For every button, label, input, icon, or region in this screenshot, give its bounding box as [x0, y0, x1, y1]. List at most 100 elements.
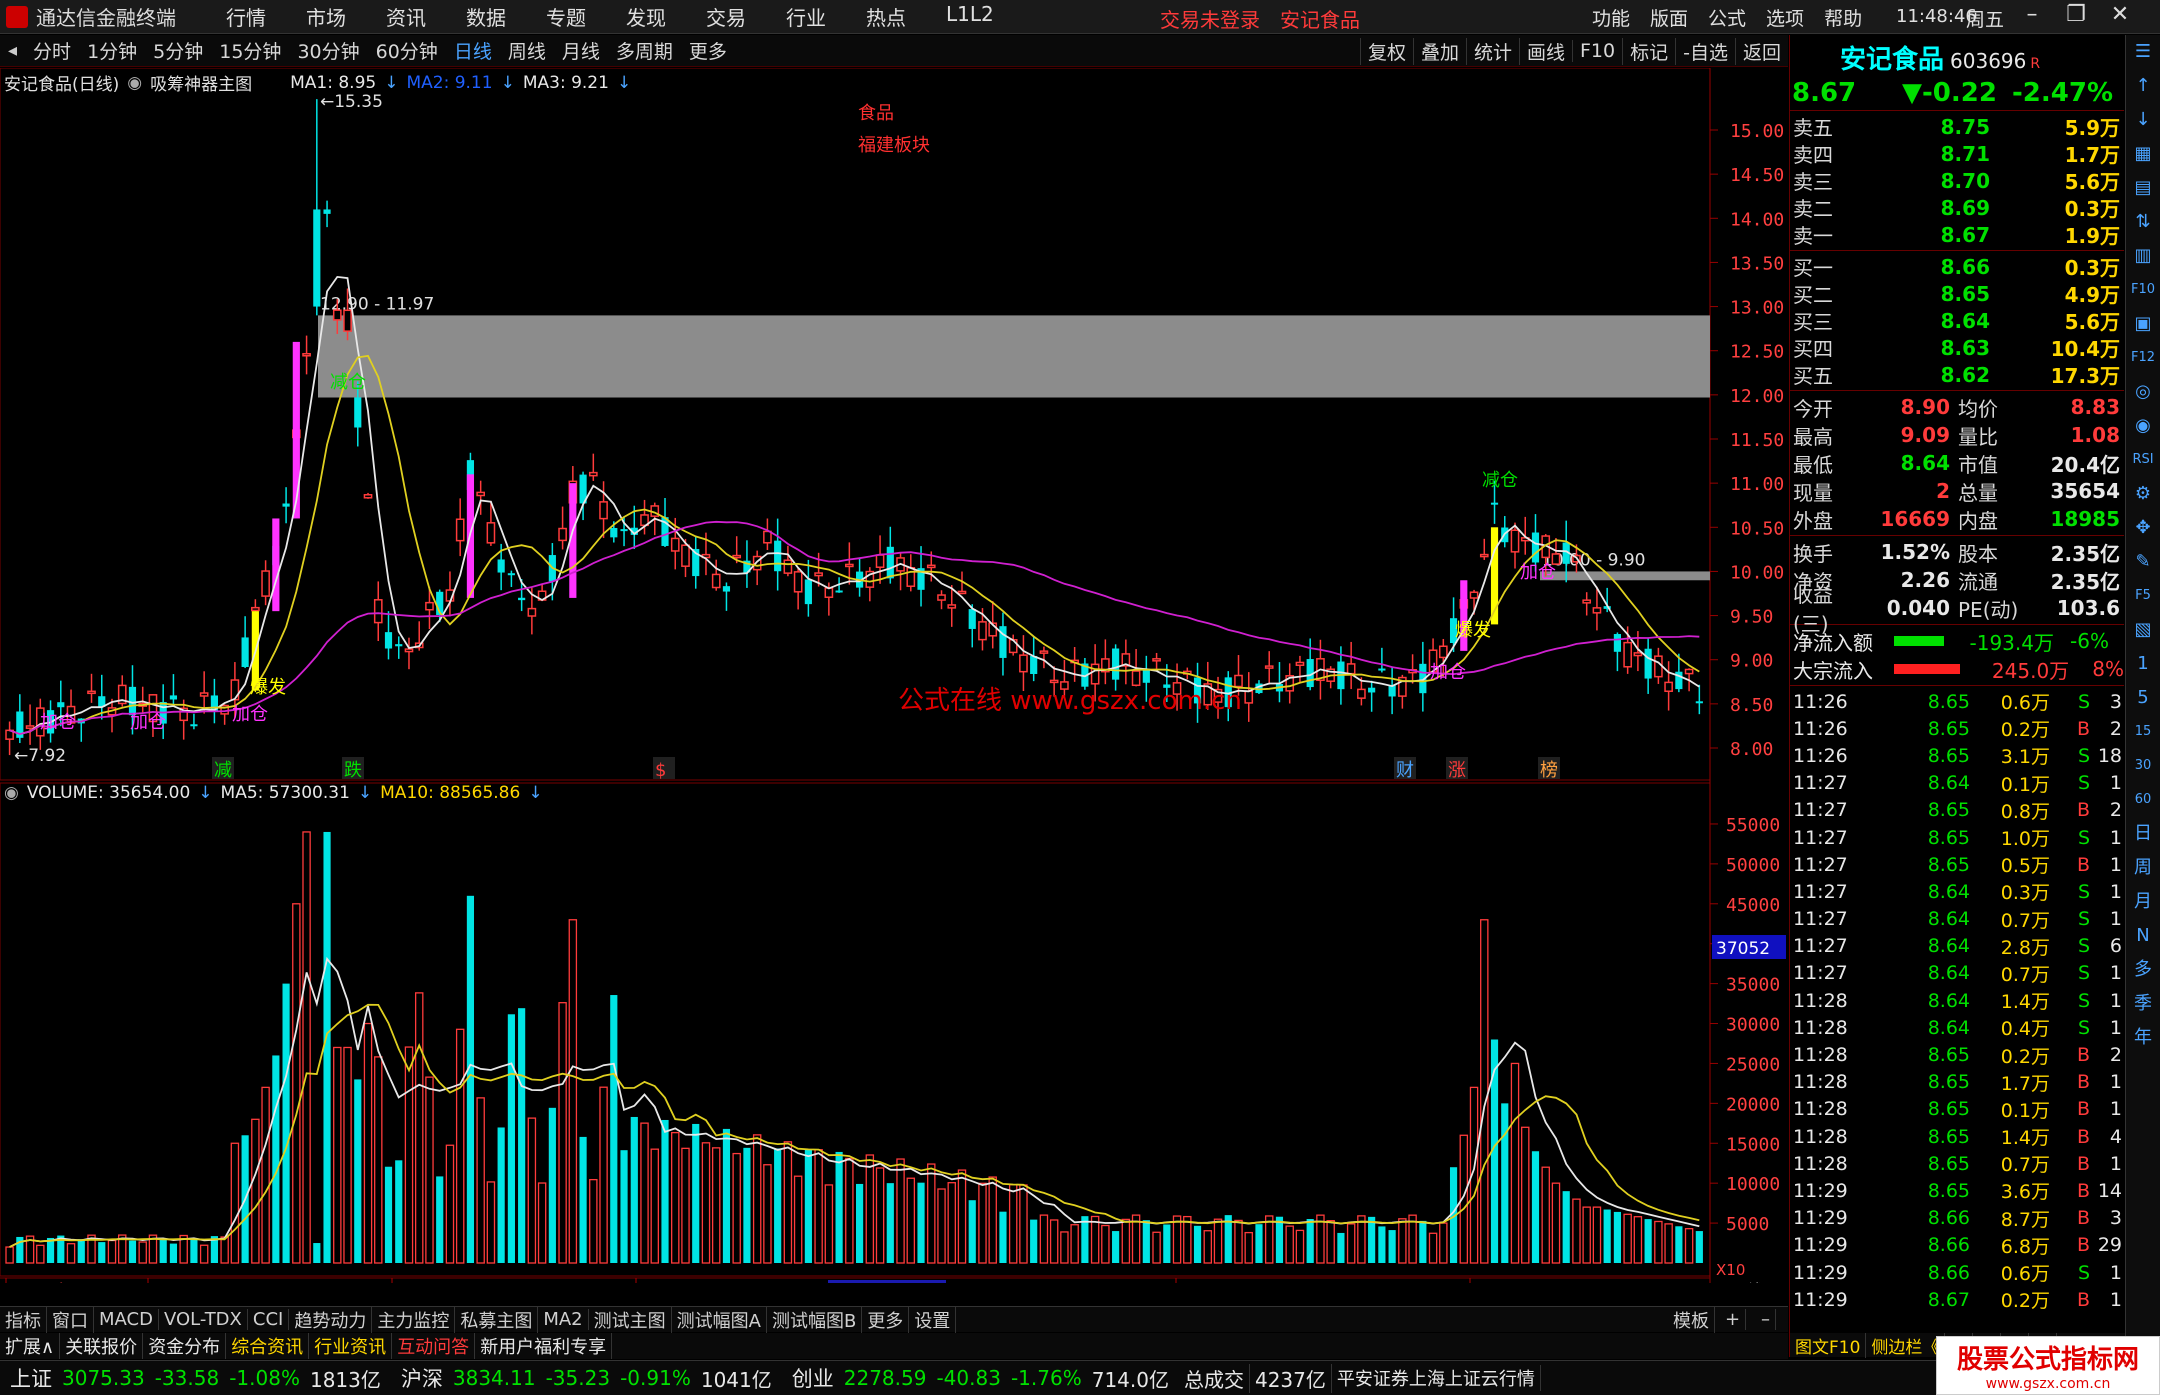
indicator-tab-6[interactable]: 主力监控: [372, 1306, 456, 1333]
side-tool-20-icon[interactable]: 15: [2126, 715, 2160, 749]
side-tool-5-icon[interactable]: ⇅: [2126, 205, 2160, 239]
event-marker[interactable]: 榜: [1540, 760, 1558, 781]
indicator-dropdown-icon[interactable]: ◉: [127, 73, 142, 93]
right-bottom-tab-1[interactable]: 侧边栏《: [1866, 1332, 1946, 1358]
resistance-zone-1[interactable]: [318, 315, 1710, 398]
restore-icon[interactable]: ❐: [2054, 2, 2098, 27]
side-tool-1-icon[interactable]: ↑: [2126, 69, 2160, 103]
bids-row[interactable]: 买三 8.64 5.6万: [1790, 307, 2124, 335]
menu-3[interactable]: 数据: [446, 2, 526, 31]
main-indicator-name[interactable]: 吸筹神器主图: [150, 70, 252, 95]
event-marker[interactable]: 减: [214, 760, 232, 781]
index-0[interactable]: 上证 3075.33 -33.58 -1.08% 1813亿: [0, 1363, 391, 1393]
period-tab-8[interactable]: 月线: [554, 37, 608, 64]
chart-tool-1[interactable]: 叠加: [1412, 37, 1466, 65]
right-menu-0[interactable]: 功能: [1582, 4, 1640, 31]
side-tool-10-icon[interactable]: ◎: [2126, 375, 2160, 409]
template-button[interactable]: 模板: [1668, 1306, 1715, 1333]
indicator-tab-10[interactable]: 测试幅图A: [672, 1306, 767, 1333]
side-tool-8-icon[interactable]: ▣: [2126, 307, 2160, 341]
indicator-tab-3[interactable]: VOL-TDX: [159, 1309, 248, 1330]
period-tab-9[interactable]: 多周期: [608, 37, 681, 64]
right-menu-3[interactable]: 选项: [1756, 4, 1814, 31]
minimize-icon[interactable]: –: [2010, 2, 2054, 27]
bids-row[interactable]: 买二 8.65 4.9万: [1790, 280, 2124, 308]
kline-chart[interactable]: 15.00 14.50 14.00 13.50 13.00 12.50 12.00 11.50…: [0, 68, 1788, 1283]
side-tool-11-icon[interactable]: ◉: [2126, 409, 2160, 443]
side-tool-23-icon[interactable]: 日: [2126, 817, 2160, 851]
index-2[interactable]: 创业 2278.59 -40.83 -1.76% 714.0亿: [782, 1363, 1179, 1393]
indicator-tab-1[interactable]: 窗口: [47, 1306, 94, 1333]
side-tool-24-icon[interactable]: 周: [2126, 851, 2160, 885]
indicator-tab-7[interactable]: 私募主图: [455, 1306, 539, 1333]
chart-tool-0[interactable]: 复权: [1359, 37, 1413, 65]
asks-row[interactable]: 卖三 8.70 5.6万: [1790, 167, 2124, 195]
side-tool-25-icon[interactable]: 月: [2126, 885, 2160, 919]
menu-7[interactable]: 行业: [766, 2, 846, 31]
indicator-tab-12[interactable]: 更多: [862, 1306, 910, 1333]
right-menu-2[interactable]: 公式: [1698, 4, 1756, 31]
indicator-tab-5[interactable]: 趋势动力: [289, 1306, 373, 1333]
side-tool-26-icon[interactable]: N: [2126, 919, 2160, 953]
period-tab-3[interactable]: 15分钟: [211, 37, 289, 64]
period-tab-0[interactable]: 分时: [25, 37, 79, 64]
side-tool-13-icon[interactable]: ⚙: [2126, 477, 2160, 511]
event-marker[interactable]: 跌: [344, 760, 362, 781]
asks-row[interactable]: 卖五 8.75 5.9万: [1790, 113, 2124, 141]
side-tool-4-icon[interactable]: ▤: [2126, 171, 2160, 205]
indicator-tab-9[interactable]: 测试主图: [589, 1306, 672, 1333]
add-icon[interactable]: +: [1720, 1309, 1747, 1330]
menu-9[interactable]: L1L2: [926, 2, 1014, 31]
asks-row[interactable]: 卖二 8.69 0.3万: [1790, 194, 2124, 222]
side-tool-6-icon[interactable]: ▥: [2126, 239, 2160, 273]
period-tab-7[interactable]: 周线: [500, 37, 554, 64]
close-icon[interactable]: ✕: [2098, 2, 2142, 27]
side-tool-9-icon[interactable]: F12: [2126, 341, 2160, 375]
side-tool-14-icon[interactable]: ✥: [2126, 511, 2160, 545]
indicator-tab-2[interactable]: MACD: [94, 1309, 159, 1330]
asks-row[interactable]: 卖一 8.67 1.9万: [1790, 221, 2124, 249]
info-tab-3[interactable]: 综合资讯: [226, 1333, 310, 1359]
event-marker[interactable]: $: [655, 760, 666, 781]
login-status[interactable]: 交易未登录: [1160, 4, 1260, 33]
indicator-tab-13[interactable]: 设置: [909, 1306, 957, 1333]
side-tool-0-icon[interactable]: ☰: [2126, 35, 2160, 69]
side-tool-12-icon[interactable]: RSI: [2126, 443, 2160, 477]
info-tab-6[interactable]: 新用户福利专享: [475, 1333, 613, 1359]
period-tab-2[interactable]: 5分钟: [145, 37, 211, 64]
period-tab-6[interactable]: 日线: [446, 37, 500, 64]
info-tab-1[interactable]: 关联报价: [60, 1333, 144, 1359]
side-tool-17-icon[interactable]: ▧: [2126, 613, 2160, 647]
indicator-tab-8[interactable]: MA2: [538, 1309, 589, 1330]
event-marker[interactable]: 涨: [1448, 760, 1466, 781]
side-tool-7-icon[interactable]: F10: [2126, 273, 2160, 307]
chart-tool-3[interactable]: 画线: [1518, 37, 1572, 65]
side-tool-3-icon[interactable]: ▦: [2126, 137, 2160, 171]
chart-tool-6[interactable]: -自选: [1675, 37, 1735, 65]
right-menu-4[interactable]: 帮助: [1814, 4, 1872, 31]
chart-tool-4[interactable]: F10: [1572, 40, 1622, 62]
side-tool-16-icon[interactable]: F5: [2126, 579, 2160, 613]
period-tab-1[interactable]: 1分钟: [79, 37, 145, 64]
side-tool-18-icon[interactable]: 1: [2126, 647, 2160, 681]
side-tool-22-icon[interactable]: 60: [2126, 783, 2160, 817]
menu-8[interactable]: 热点: [846, 2, 926, 31]
side-tool-15-icon[interactable]: ✎: [2126, 545, 2160, 579]
menu-5[interactable]: 发现: [606, 2, 686, 31]
indicator-tab-11[interactable]: 测试幅图B: [767, 1306, 863, 1333]
side-tool-21-icon[interactable]: 30: [2126, 749, 2160, 783]
volume-dropdown-icon[interactable]: ◉: [4, 783, 19, 803]
info-tab-0[interactable]: 扩展∧: [0, 1333, 61, 1359]
tick-list[interactable]: 11:26 8.65 0.6万 S 3 11:26 8.65 0.2万 B 2 11:26 8.65 3…: [1790, 686, 2124, 1313]
menu-2[interactable]: 资讯: [366, 2, 446, 31]
menu-0[interactable]: 行情: [206, 2, 286, 31]
info-tab-5[interactable]: 互动问答: [392, 1333, 476, 1359]
chart-tool-5[interactable]: 标记: [1622, 37, 1675, 65]
index-1[interactable]: 沪深 3834.11 -35.23 -0.91% 1041亿: [391, 1363, 782, 1393]
menu-6[interactable]: 交易: [686, 2, 766, 31]
chart-tool-7[interactable]: 返回: [1734, 37, 1788, 65]
chart-tool-2[interactable]: 统计: [1465, 37, 1519, 65]
menu-4[interactable]: 专题: [526, 2, 606, 31]
side-tool-2-icon[interactable]: ↓: [2126, 103, 2160, 137]
side-tool-29-icon[interactable]: 年: [2126, 1021, 2160, 1055]
